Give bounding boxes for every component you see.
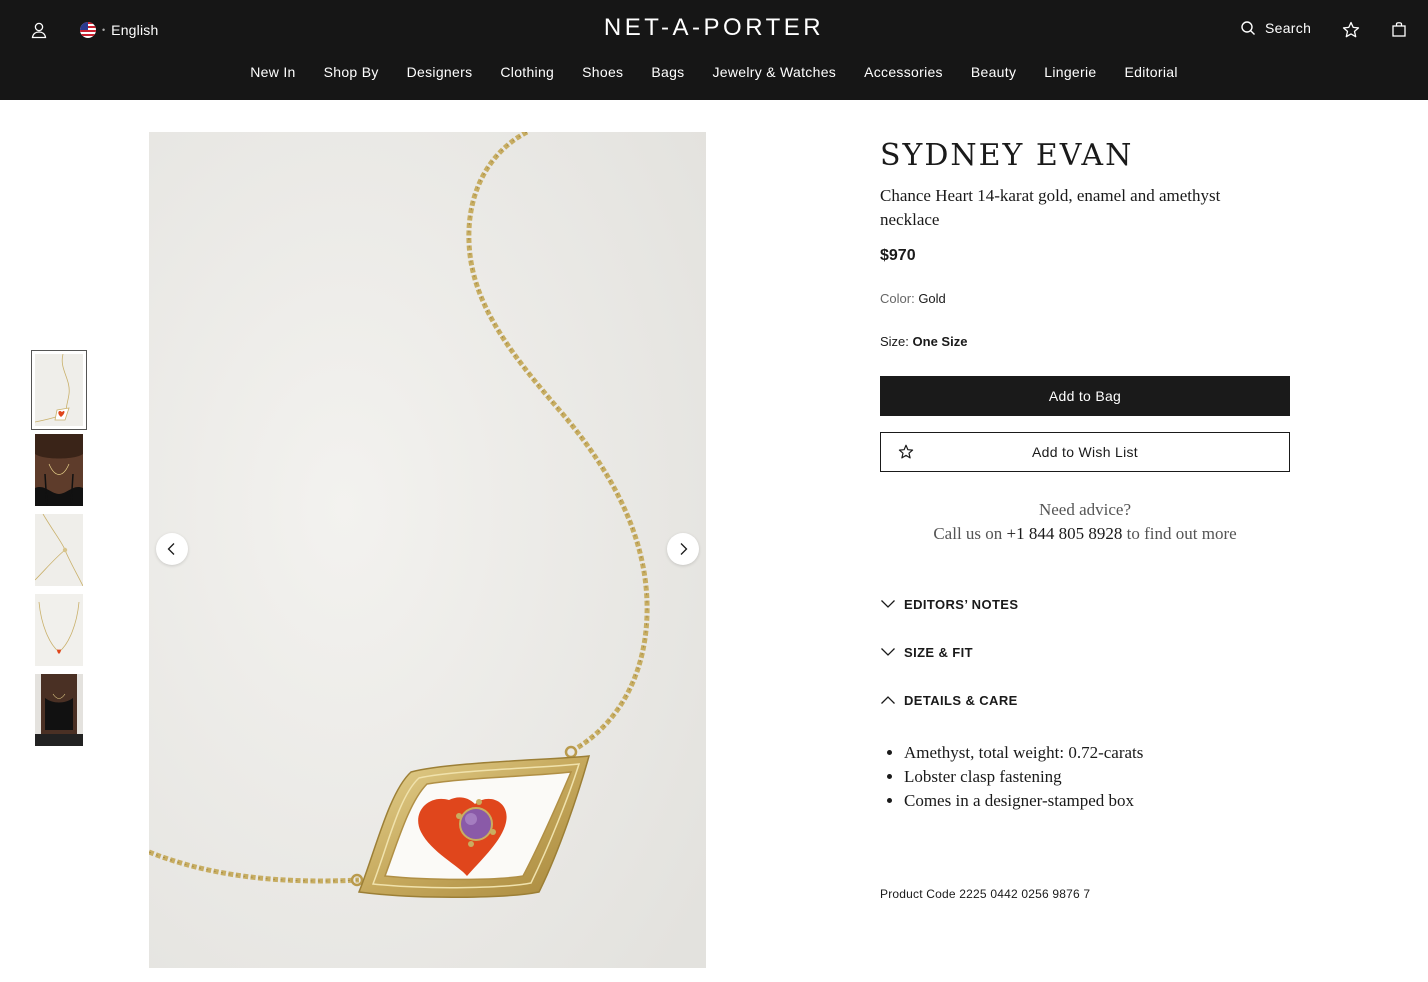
necklace-photo — [149, 132, 706, 968]
color-row: Color: Gold — [880, 290, 1290, 308]
advice-suffix: to find out more — [1126, 524, 1237, 543]
advice-block: Need advice? Call us on +1 844 805 8928 … — [880, 498, 1290, 546]
main-nav: New In Shop By Designers Clothing Shoes … — [0, 64, 1428, 80]
advice-line: Call us on +1 844 805 8928 to find out m… — [880, 522, 1290, 546]
list-item: Amethyst, total weight: 0.72-carats — [904, 741, 1290, 765]
nav-jewelry-watches[interactable]: Jewelry & Watches — [712, 64, 836, 80]
accordion-title: SIZE & FIT — [904, 644, 973, 660]
accordion-size-fit[interactable]: SIZE & FIT — [880, 628, 1290, 676]
previous-image-button[interactable] — [156, 533, 188, 565]
size-value: One Size — [912, 334, 968, 349]
nav-beauty[interactable]: Beauty — [971, 64, 1016, 80]
star-icon — [898, 444, 914, 459]
nav-designers[interactable]: Designers — [407, 64, 473, 80]
nav-accessories[interactable]: Accessories — [864, 64, 943, 80]
search-icon — [1241, 21, 1255, 35]
product-code: Product Code 2225 0442 0256 9876 7 — [880, 887, 1091, 901]
add-to-wish-list-button[interactable]: Add to Wish List — [880, 432, 1290, 472]
nav-clothing[interactable]: Clothing — [500, 64, 554, 80]
chevron-down-icon — [881, 600, 895, 608]
site-header: • English NET-A-PORTER Search New In Sho… — [0, 0, 1428, 100]
nav-shop-by[interactable]: Shop By — [324, 64, 379, 80]
chevron-left-icon — [167, 543, 175, 555]
color-label: Color: — [880, 291, 915, 306]
size-row: Size: One Size — [880, 333, 1290, 351]
nav-lingerie[interactable]: Lingerie — [1044, 64, 1096, 80]
accordion-editors-notes[interactable]: EDITORS’ NOTES — [880, 580, 1290, 628]
chevron-up-icon — [881, 696, 895, 704]
chevron-right-icon — [680, 543, 688, 555]
accordion-title: DETAILS & CARE — [904, 692, 1018, 708]
thumbnail-1[interactable] — [31, 350, 87, 430]
thumbnail-4[interactable] — [35, 594, 83, 666]
designer-name[interactable]: SYDNEY EVAN — [880, 132, 1133, 180]
advice-phone-link[interactable]: +1 844 805 8928 — [1007, 524, 1123, 543]
search-button[interactable]: Search — [1240, 20, 1311, 36]
add-to-wish-list-label: Add to Wish List — [1032, 444, 1138, 460]
advice-title: Need advice? — [1038, 500, 1132, 519]
thumbnail-2[interactable] — [35, 434, 83, 506]
thumbnail-3[interactable] — [35, 514, 83, 586]
advice-prefix: Call us on — [933, 524, 1003, 543]
next-image-button[interactable] — [667, 533, 699, 565]
nav-editorial[interactable]: Editorial — [1124, 64, 1177, 80]
nav-shoes[interactable]: Shoes — [582, 64, 623, 80]
wish-list-icon[interactable] — [1342, 21, 1360, 39]
size-label: Size: — [880, 334, 909, 349]
accordion: EDITORS’ NOTES SIZE & FIT DETAILS & CARE… — [880, 580, 1290, 813]
search-label: Search — [1265, 20, 1312, 36]
nav-new-in[interactable]: New In — [250, 64, 295, 80]
add-to-bag-button[interactable]: Add to Bag — [880, 376, 1290, 416]
shopping-bag-icon[interactable] — [1390, 20, 1408, 38]
thumbnail-5[interactable] — [35, 674, 83, 746]
details-list: Amethyst, total weight: 0.72-carats Lobs… — [880, 741, 1290, 813]
site-logo[interactable]: NET-A-PORTER — [604, 14, 824, 41]
product-price: $970 — [880, 247, 916, 264]
color-value: Gold — [918, 291, 946, 306]
main-product-image[interactable] — [149, 132, 706, 968]
product-details: SYDNEY EVAN Chance Heart 14-karat gold, … — [880, 132, 1290, 901]
accordion-details-care[interactable]: DETAILS & CARE — [880, 676, 1290, 724]
product-name: Chance Heart 14-karat gold, enamel and a… — [880, 186, 1221, 229]
accordion-title: EDITORS’ NOTES — [904, 596, 1019, 612]
chevron-down-icon — [881, 648, 895, 656]
list-item: Lobster clasp fastening — [904, 765, 1290, 789]
nav-bags[interactable]: Bags — [651, 64, 684, 80]
list-item: Comes in a designer-stamped box — [904, 789, 1290, 813]
